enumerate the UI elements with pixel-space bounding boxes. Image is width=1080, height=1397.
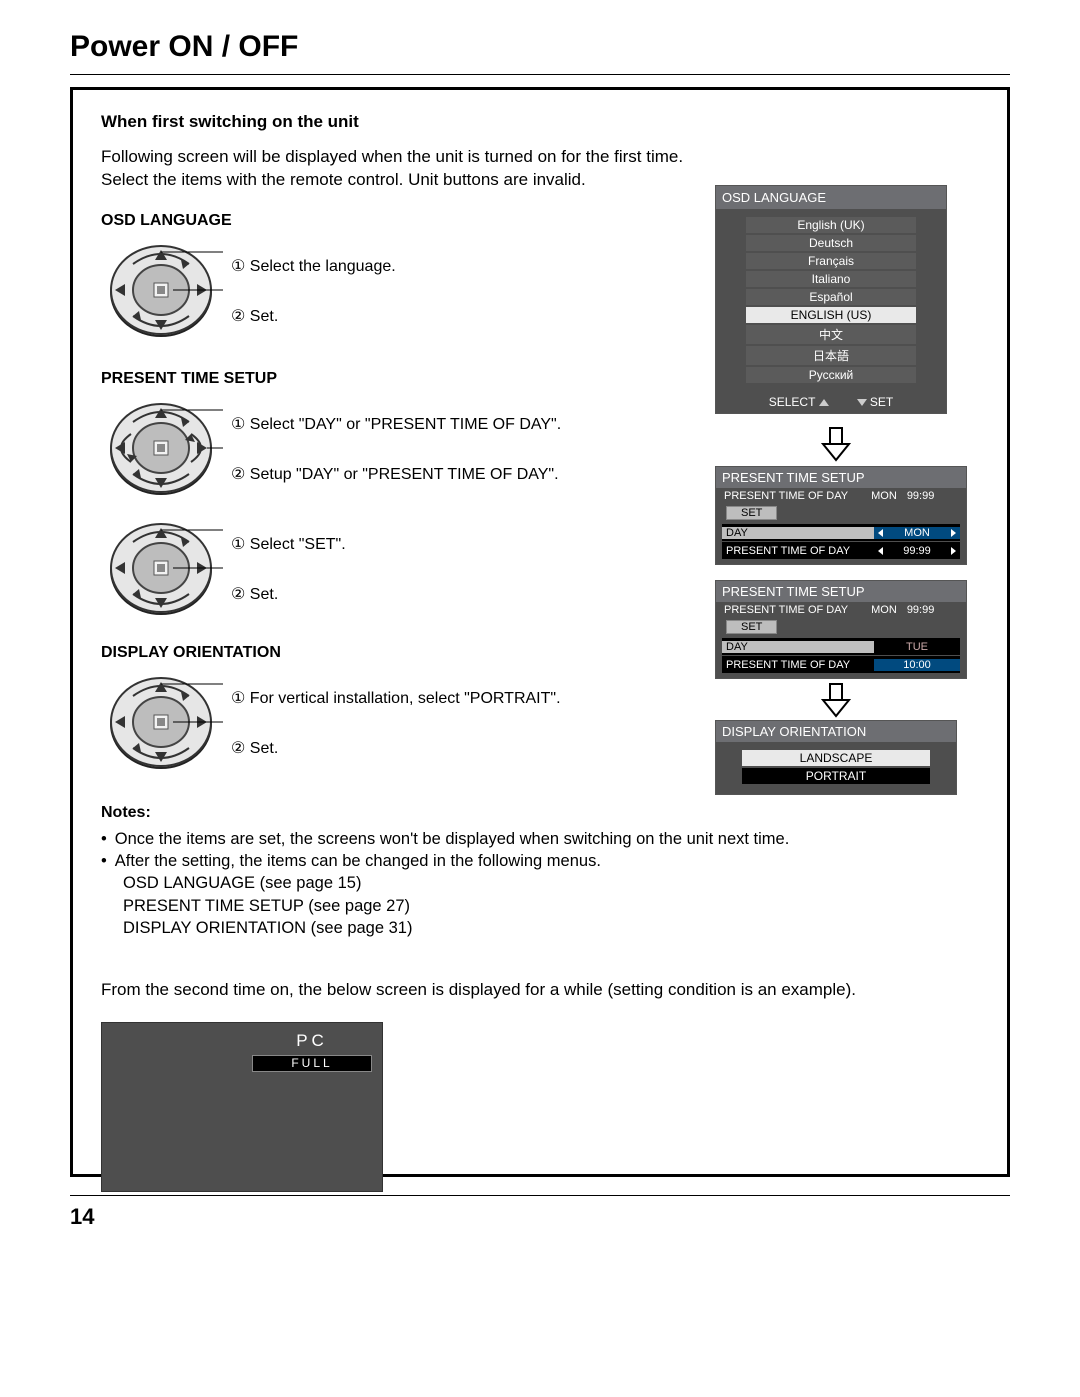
remote-dial-icon [101,236,231,346]
remote-dial-icon [101,514,231,624]
do-step2: ② Set. [231,738,278,758]
display-orientation-item: LANDSCAPE [742,750,930,766]
pts-time-value: 99:99 [874,545,960,557]
note-2a: OSD LANGUAGE (see page 15) [123,872,979,894]
intro-line2: Select the items with the remote control… [101,170,586,189]
pts-panel-title: PRESENT TIME SETUP [716,467,966,488]
pts-a-step2: ② Setup "DAY" or "PRESENT TIME OF DAY". [231,464,559,484]
remote-dial-icon [101,668,231,778]
splash-screen: PC FULL [101,1022,383,1192]
note-1: Once the items are set, the screens won'… [115,828,790,850]
osd-language-item: English (UK) [746,217,916,233]
remote-dial-icon [101,394,231,504]
osd-panel-title: OSD LANGUAGE [716,186,946,209]
pts-time-value: 10:00 [874,659,960,671]
note-2b: PRESENT TIME SETUP (see page 27) [123,895,979,917]
osd-language-item: 日本語 [746,346,916,365]
intro-heading: When first switching on the unit [101,112,979,132]
osd-language-item: Deutsch [746,235,916,251]
pts-panel-title: PRESENT TIME SETUP [716,581,966,602]
osd-step1: ① Select the language. [231,256,396,276]
page-title: Power ON / OFF [70,30,1010,64]
splash-input-label: PC [252,1031,372,1051]
osd-language-item: ENGLISH (US) [746,307,916,323]
do-panel-title: DISPLAY ORIENTATION [716,721,956,742]
splash-aspect-label: FULL [252,1055,372,1072]
osd-language-item: 中文 [746,325,916,344]
display-orientation-item: PORTRAIT [742,768,930,784]
present-time-panel-2: PRESENT TIME SETUP PRESENT TIME OF DAY M… [715,580,967,679]
osd-language-item: Русский [746,367,916,383]
present-time-panel-1: PRESENT TIME SETUP PRESENT TIME OF DAY M… [715,466,967,565]
pts-a-step1: ① Select "DAY" or "PRESENT TIME OF DAY". [231,414,561,434]
notes-list: •Once the items are set, the screens won… [101,828,979,939]
arrow-down-icon [820,682,852,718]
arrow-down-icon [820,426,852,462]
intro-line1: Following screen will be displayed when … [101,147,683,166]
page-number: 14 [70,1204,1010,1230]
pts-b-step1: ① Select "SET". [231,534,346,554]
pts-day-value: MON [874,527,960,539]
note-2: After the setting, the items can be chan… [115,850,601,872]
display-orientation-panel: DISPLAY ORIENTATION LANDSCAPE PORTRAIT [715,720,957,795]
pts-set-button: SET [726,620,777,634]
notes-heading: Notes: [101,804,979,822]
pts-set-button: SET [726,506,777,520]
osd-language-panel: OSD LANGUAGE English (UK) Deutsch Français… [715,185,947,414]
second-time-paragraph: From the second time on, the below scree… [101,979,979,1002]
pts-b-step2: ② Set. [231,584,278,604]
pts-day-value: TUE [874,641,960,653]
osd-language-item: Español [746,289,916,305]
osd-step2: ② Set. [231,306,278,326]
osd-language-item: Français [746,253,916,269]
osd-language-item: Italiano [746,271,916,287]
do-step1: ① For vertical installation, select "POR… [231,688,561,708]
note-2c: DISPLAY ORIENTATION (see page 31) [123,917,979,939]
